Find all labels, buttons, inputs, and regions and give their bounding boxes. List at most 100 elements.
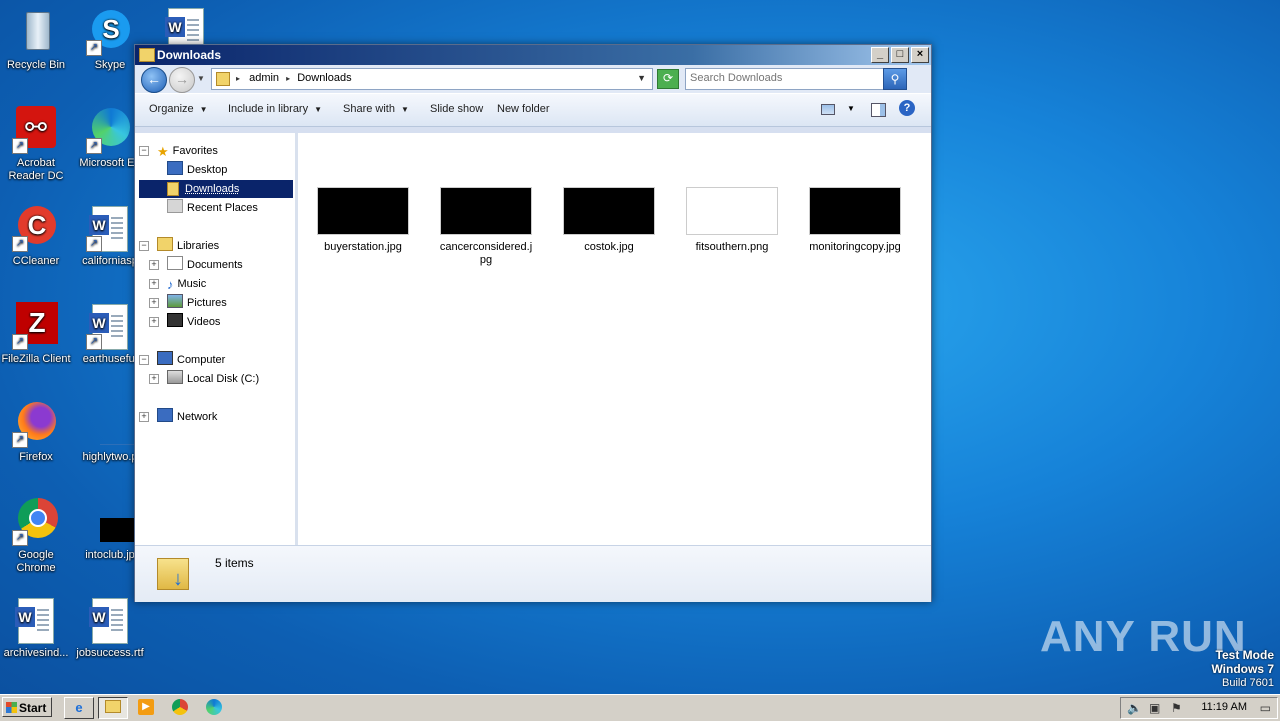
desktop-icon-label: jobsuccess.rtf [76,647,144,659]
volume-icon[interactable]: 🔈 [1127,701,1142,715]
system-tray: 🔈 ▣ ⚑ 11:19 AM ▭ [1120,697,1278,719]
start-button[interactable]: Start [2,697,52,717]
refresh-button[interactable]: ⟳ [657,69,679,89]
back-button[interactable]: ← [141,67,167,93]
os-name-line: Windows 7 [1211,662,1274,676]
include-in-library-menu[interactable]: Include in library ▼ [228,103,322,115]
desktop-icon-filezilla[interactable]: Z ↗ FileZilla Client [0,302,72,366]
window-titlebar[interactable]: Downloads _ □ × [135,45,931,65]
desktop-icon-ccleaner[interactable]: C ↗ CCleaner [0,204,72,268]
expand-toggle[interactable]: + [149,317,159,327]
nav-label: Computer [177,354,226,366]
nav-network[interactable]: + Network [139,408,218,426]
nav-libraries[interactable]: − Libraries [139,237,219,255]
share-with-label: Share with [343,103,395,115]
window-title: Downloads [157,48,222,62]
desktop-icon-recycle-bin[interactable]: Recycle Bin [0,8,72,72]
explorer-content: − ★ Favorites Desktop Downloads Recent Pl… [135,133,931,545]
word-document-icon: W ↗ [86,302,134,350]
view-options-chevron-icon[interactable]: ▼ [847,100,855,118]
skype-icon: S ↗ [86,8,134,56]
command-toolbar: Organize ▼ Include in library ▼ Share with… [135,93,931,127]
address-dropdown-arrow[interactable]: ▼ [637,73,646,83]
file-item[interactable]: fitsouthern.png [682,187,782,254]
minimize-button[interactable]: _ [871,47,889,63]
nav-label: Network [177,411,218,423]
nav-music[interactable]: + ♪ Music [149,275,206,293]
collapse-toggle[interactable]: − [139,241,149,251]
navigation-pane: − ★ Favorites Desktop Downloads Recent Pl… [135,133,298,545]
file-item[interactable]: cancerconsidered.jpg [436,187,536,267]
nav-documents[interactable]: + Documents [149,256,243,274]
nav-desktop[interactable]: Desktop [167,161,227,179]
recycle-bin-icon [12,8,60,56]
image-file-icon [86,498,146,546]
collapse-toggle[interactable]: − [139,355,149,365]
close-button[interactable]: × [911,47,929,63]
breadcrumb-item-downloads[interactable]: Downloads [297,72,351,84]
breadcrumb: ▸ admin ▸ Downloads [236,72,352,84]
breadcrumb-root-chevron[interactable]: ▸ [236,74,240,83]
edge-icon[interactable] [206,699,222,715]
desktop-icon-acrobat[interactable]: ⚯ ↗ Acrobat Reader DC [0,106,72,183]
nav-label: Favorites [172,145,218,157]
expand-toggle[interactable]: + [149,279,159,289]
explorer-taskbar-button[interactable] [98,697,128,719]
desktop-icon-archivesind[interactable]: W archivesind... [0,596,72,660]
file-item[interactable]: monitoringcopy.jpg [805,187,905,254]
media-player-icon[interactable]: ▶ [138,699,154,715]
action-center-flag-icon[interactable]: ⚑ [1171,701,1182,715]
nav-videos[interactable]: + Videos [149,313,220,331]
file-item[interactable]: buyerstation.jpg [313,187,413,254]
preview-pane-icon[interactable] [871,100,886,118]
collapse-toggle[interactable]: − [139,146,149,156]
expand-toggle[interactable]: + [139,412,149,422]
build-line: Build 7601 [1222,677,1274,689]
nav-downloads[interactable]: Downloads [139,180,293,198]
organize-label: Organize [149,103,194,115]
file-item[interactable]: costok.jpg [559,187,659,254]
change-view-icon[interactable] [821,100,835,118]
test-mode-notice: Test Mode Windows 7 Build 7601 [1211,648,1274,690]
slide-show-button[interactable]: Slide show [430,103,483,115]
nav-local-disk[interactable]: + Local Disk (C:) [149,370,259,388]
breadcrumb-separator[interactable]: ▸ [286,74,290,83]
new-folder-button[interactable]: New folder [497,103,550,115]
nav-label: Recent Places [187,202,258,214]
desktop-icon-chrome[interactable]: ↗ Google Chrome [0,498,72,575]
clock[interactable]: 11:19 AM [1201,701,1247,713]
help-icon[interactable]: ? [899,100,915,116]
libraries-icon [157,237,173,251]
expand-toggle[interactable]: + [149,374,159,384]
nav-computer[interactable]: − Computer [139,351,226,369]
nav-pictures[interactable]: + Pictures [149,294,227,312]
maximize-button[interactable]: □ [891,47,909,63]
expand-toggle[interactable]: + [149,260,159,270]
music-icon: ♪ [167,277,174,292]
desktop-icon-label: highlytwo.p [82,451,138,463]
chrome-icon[interactable] [172,699,188,715]
breadcrumb-item-admin[interactable]: admin [249,72,279,84]
address-bar-row: ← → ▼ ▸ admin ▸ Downloads ▼ ⟳ ⚲ [135,65,931,93]
search-input[interactable] [686,69,884,87]
nav-recent-places[interactable]: Recent Places [167,199,258,217]
share-with-menu[interactable]: Share with ▼ [343,103,409,115]
show-desktop-icon[interactable]: ▭ [1260,701,1271,715]
organize-menu[interactable]: Organize ▼ [149,103,208,115]
forward-button[interactable]: → [169,67,195,93]
recent-pages-dropdown[interactable]: ▼ [197,74,205,83]
desktop-icon-jobsuccess[interactable]: W jobsuccess.rtf [74,596,146,660]
network-status-icon[interactable]: ▣ [1149,701,1160,715]
expand-toggle[interactable]: + [149,298,159,308]
address-bar[interactable]: ▸ admin ▸ Downloads ▼ [211,68,653,90]
image-thumbnail [563,187,655,235]
search-icon[interactable]: ⚲ [883,68,907,90]
internet-explorer-icon[interactable]: e [64,697,94,719]
desktop-icon-label: intoclub.jp [85,549,135,561]
windows-logo-icon [6,702,17,713]
chevron-down-icon: ▼ [199,105,208,114]
nav-favorites[interactable]: − ★ Favorites [139,142,218,160]
word-document-icon: W [12,596,60,644]
chevron-down-icon: ▼ [400,105,409,114]
desktop-icon-firefox[interactable]: ↗ Firefox [0,400,72,464]
